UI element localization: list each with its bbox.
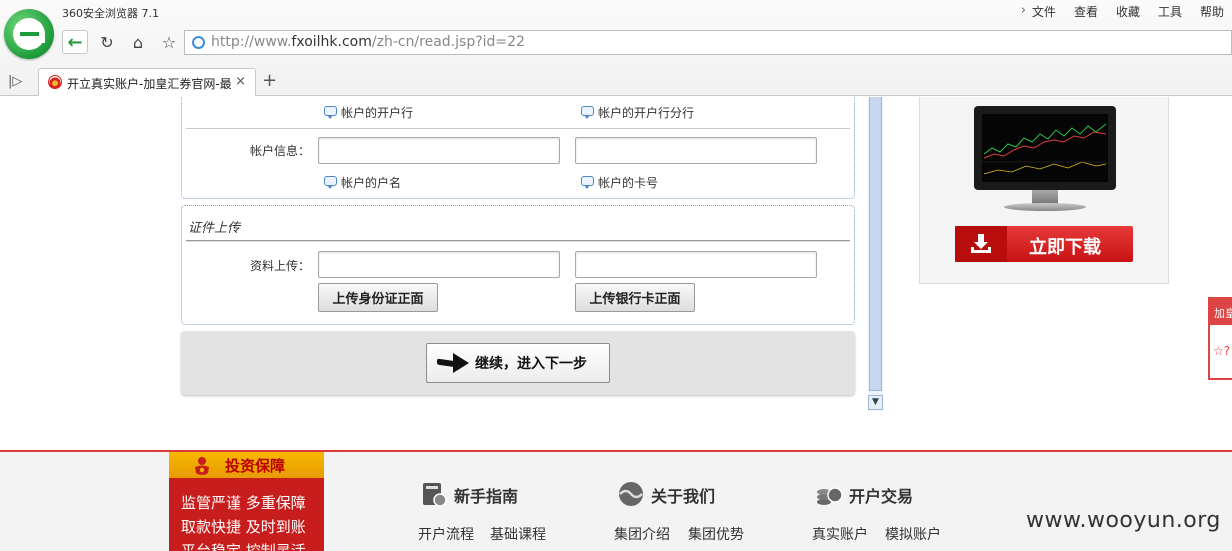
investment-protection-title: 投资保障 bbox=[225, 457, 286, 475]
home-icon: ⌂ bbox=[132, 32, 144, 52]
page-content: 帐户的开户行 帐户的开户行分行 帐户信息： 帐户的户名 帐户的卡号 证件上传 资… bbox=[0, 97, 1232, 551]
globe-icon bbox=[192, 36, 205, 49]
upload-label: 资料上传： bbox=[249, 259, 310, 273]
tab-current[interactable]: 开立真实账户-加皇汇券官网-最 × bbox=[38, 68, 256, 96]
globe-icon bbox=[619, 482, 643, 506]
invest-line: 平台稳定 控制灵活 bbox=[181, 542, 306, 551]
footer-link[interactable]: 模拟账户 bbox=[885, 524, 941, 544]
scroll-down-icon[interactable]: ▼ bbox=[868, 395, 883, 410]
speech-bubble-icon bbox=[324, 106, 337, 119]
footer-link[interactable]: 基础课程 bbox=[490, 524, 546, 544]
upload-bank-card-button[interactable]: 上传银行卡正面 bbox=[575, 283, 695, 312]
download-icon bbox=[971, 234, 991, 253]
sidebar-toggle-icon[interactable]: |▷ bbox=[8, 74, 22, 89]
footer-col-title: 开户交易 bbox=[849, 487, 914, 506]
upload-legend: 证件上传 bbox=[188, 221, 241, 236]
shield-icon bbox=[195, 457, 209, 475]
menu-file[interactable]: 文件 bbox=[1032, 3, 1056, 20]
scrollbar-thumb[interactable] bbox=[869, 97, 882, 391]
browser-logo-icon bbox=[4, 9, 54, 59]
floating-tab-star: ☆? bbox=[1213, 344, 1231, 358]
speech-bubble-icon bbox=[581, 176, 594, 189]
menu-view[interactable]: 查看 bbox=[1074, 3, 1098, 20]
home-button[interactable]: ⌂ bbox=[125, 30, 151, 54]
next-step-button[interactable]: 继续，进入下一步 bbox=[426, 343, 610, 383]
reload-button[interactable]: ↻ bbox=[94, 30, 120, 54]
footer-link[interactable]: 集团介绍 bbox=[614, 524, 670, 544]
invest-line: 监管严谨 多重保障 bbox=[181, 494, 306, 512]
floating-tab-head: 加皇 bbox=[1210, 299, 1232, 325]
id-card-file-input[interactable] bbox=[318, 251, 560, 278]
address-bar[interactable]: http://www.fxoilhk.com/zh-cn/read.jsp?id… bbox=[184, 30, 1232, 55]
coins-icon bbox=[817, 487, 843, 505]
footer-link[interactable]: 真实账户 bbox=[812, 524, 868, 544]
investment-protection-header: 投资保障 bbox=[169, 452, 324, 478]
download-ad: 立即下载 bbox=[919, 97, 1169, 284]
account-number-input[interactable] bbox=[575, 137, 817, 164]
menu-favorites[interactable]: 收藏 bbox=[1116, 3, 1140, 20]
browser-chrome: 360安全浏览器 7.1 › 文件 查看 收藏 工具 帮助 ← ↻ ⌂ ☆ ht… bbox=[0, 0, 1232, 96]
arrow-left-icon: ← bbox=[67, 31, 83, 53]
floating-service-tab[interactable]: 加皇 ☆? bbox=[1208, 297, 1232, 380]
bank-info-section: 帐户的开户行 帐户的开户行分行 帐户信息： 帐户的户名 帐户的卡号 bbox=[181, 97, 855, 199]
footer-link[interactable]: 开户流程 bbox=[418, 524, 474, 544]
tab-title: 开立真实账户-加皇汇券官网-最 bbox=[67, 77, 232, 91]
next-step-label: 继续，进入下一步 bbox=[475, 356, 587, 372]
close-icon[interactable]: × bbox=[235, 74, 246, 89]
download-label: 立即下载 bbox=[1029, 237, 1101, 258]
footer-col-title: 新手指南 bbox=[454, 487, 519, 506]
reload-icon: ↻ bbox=[100, 32, 114, 52]
hint-bank-branch: 帐户的开户行分行 bbox=[581, 104, 694, 121]
app-title: 360安全浏览器 7.1 bbox=[62, 7, 159, 20]
watermark: www.wooyun.org bbox=[1026, 508, 1221, 533]
menu-help[interactable]: 帮助 bbox=[1200, 3, 1224, 20]
book-icon bbox=[423, 483, 447, 507]
account-info-label: 帐户信息： bbox=[249, 144, 310, 158]
footer-link[interactable]: 集团优势 bbox=[688, 524, 744, 544]
speech-bubble-icon bbox=[324, 176, 337, 189]
chevron-right-icon[interactable]: › bbox=[1021, 3, 1026, 20]
menu-tools[interactable]: 工具 bbox=[1158, 3, 1182, 20]
star-icon: ☆ bbox=[161, 32, 177, 52]
invest-line: 取款快捷 及时到账 bbox=[181, 518, 306, 536]
account-name-input[interactable] bbox=[318, 137, 560, 164]
divider bbox=[186, 240, 850, 241]
investment-protection-panel: 投资保障 监管严谨 多重保障 取款快捷 及时到账 平台稳定 控制灵活 bbox=[169, 452, 324, 551]
favorite-button[interactable]: ☆ bbox=[156, 30, 182, 54]
menu-bar: › 文件 查看 收藏 工具 帮助 bbox=[1021, 3, 1224, 20]
arrow-right-icon bbox=[437, 353, 471, 373]
next-step-panel: 继续，进入下一步 bbox=[181, 331, 855, 395]
hint-account-number: 帐户的卡号 bbox=[581, 174, 658, 191]
monitor-image bbox=[974, 106, 1116, 218]
upload-id-card-button[interactable]: 上传身份证正面 bbox=[318, 283, 438, 312]
url-host: fxoilhk.com bbox=[291, 34, 372, 50]
url-prefix: http://www. bbox=[211, 34, 292, 50]
divider bbox=[186, 128, 850, 129]
url-path: /zh-cn/read.jsp?id=22 bbox=[371, 34, 525, 50]
back-button[interactable]: ← bbox=[62, 30, 88, 54]
site-favicon-icon bbox=[48, 75, 62, 89]
bank-card-file-input[interactable] bbox=[575, 251, 817, 278]
document-upload-section: 证件上传 资料上传： 上传身份证正面 上传银行卡正面 bbox=[181, 205, 855, 325]
footer: 投资保障 监管严谨 多重保障 取款快捷 及时到账 平台稳定 控制灵活 新手指南 … bbox=[0, 450, 1232, 551]
hint-account-name: 帐户的户名 bbox=[324, 174, 401, 191]
hint-bank: 帐户的开户行 bbox=[324, 104, 413, 121]
speech-bubble-icon bbox=[581, 106, 594, 119]
footer-col-title: 关于我们 bbox=[651, 487, 716, 506]
new-tab-button[interactable]: + bbox=[262, 70, 277, 91]
download-button[interactable]: 立即下载 bbox=[955, 226, 1133, 262]
scrollbar[interactable]: ▼ bbox=[868, 97, 883, 411]
